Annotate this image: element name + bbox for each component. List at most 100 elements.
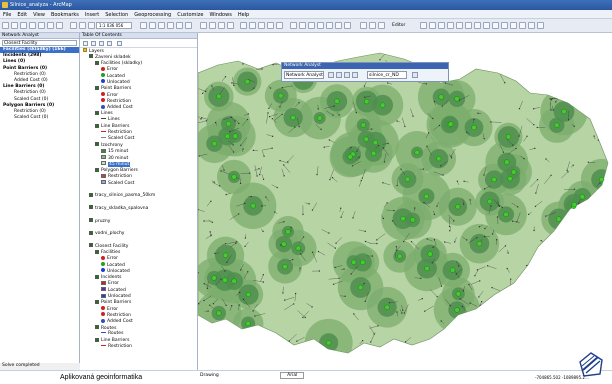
toolbar-tool-icon[interactable] <box>474 22 481 29</box>
toolbar-tool-icon[interactable] <box>47 22 54 29</box>
facility-point[interactable] <box>326 340 332 346</box>
toolbar-tool-icon[interactable] <box>537 22 544 29</box>
facility-point[interactable] <box>245 320 251 327</box>
facility-point[interactable] <box>244 79 250 85</box>
facility-point[interactable] <box>290 114 296 121</box>
facility-point[interactable] <box>400 216 406 222</box>
font-select[interactable]: Arial <box>280 372 305 379</box>
facility-point[interactable] <box>455 291 461 297</box>
facility-point[interactable] <box>211 141 218 147</box>
toolbar-tool-icon[interactable] <box>227 22 234 29</box>
new-location-icon[interactable] <box>336 72 342 78</box>
menu-item-customize[interactable]: Customize <box>174 10 206 18</box>
toolbar-tool-icon[interactable] <box>249 22 256 29</box>
layer-visibility-checkbox[interactable] <box>95 325 99 330</box>
facility-point[interactable] <box>424 265 430 272</box>
facility-point[interactable] <box>448 121 454 127</box>
layer-visibility-checkbox[interactable] <box>95 123 99 128</box>
layer-visibility-checkbox[interactable] <box>95 60 99 65</box>
toolbar-tool-icon[interactable] <box>290 22 297 29</box>
menu-item-geoprocessing[interactable]: Geoprocessing <box>131 10 174 18</box>
toolbar-tool-icon[interactable] <box>70 22 77 29</box>
options-icon[interactable] <box>117 41 122 46</box>
toolbar-tool-icon[interactable] <box>267 22 274 29</box>
list-by-visibility-icon[interactable] <box>99 41 104 46</box>
facility-point[interactable] <box>423 193 430 199</box>
layer-visibility-checkbox[interactable] <box>95 142 99 147</box>
facility-point[interactable] <box>438 94 444 100</box>
scale-input[interactable]: 1:1 036 056 <box>96 22 132 29</box>
facility-point[interactable] <box>450 267 456 273</box>
facility-point[interactable] <box>476 241 483 247</box>
toolbar-tool-icon[interactable] <box>240 22 247 29</box>
map-view[interactable] <box>198 33 612 370</box>
facility-point[interactable] <box>503 211 509 218</box>
toolbar-tool-icon[interactable] <box>200 22 207 29</box>
network-analyst-dropdown[interactable]: Network Analyst <box>284 71 324 79</box>
menu-item-help[interactable]: Help <box>235 10 252 18</box>
layer-visibility-checkbox[interactable] <box>89 205 93 210</box>
network-dataset-dropdown[interactable]: silnice_cr_ND <box>367 71 407 79</box>
facility-point[interactable] <box>487 198 493 205</box>
toolbar-tool-icon[interactable] <box>88 22 95 29</box>
facility-point[interactable] <box>436 156 442 162</box>
menu-item-windows[interactable]: Windows <box>206 10 234 18</box>
toolbar-tool-icon[interactable] <box>218 22 225 29</box>
list-by-selection-icon[interactable] <box>107 41 112 46</box>
facility-point[interactable] <box>579 194 585 200</box>
editor-menu[interactable]: Editor <box>392 23 405 28</box>
layer-visibility-checkbox[interactable] <box>95 85 99 90</box>
facility-point[interactable] <box>295 245 301 251</box>
toolbar-tool-icon[interactable] <box>258 22 265 29</box>
menu-item-file[interactable]: File <box>0 10 14 18</box>
toolbar-tool-icon[interactable] <box>344 22 351 29</box>
facility-point[interactable] <box>364 98 370 105</box>
toolbar-tool-icon[interactable] <box>519 22 526 29</box>
toolbar-tool-icon[interactable] <box>492 22 499 29</box>
facility-point[interactable] <box>285 229 291 235</box>
facility-point[interactable] <box>216 93 222 100</box>
toolbar-tool-icon[interactable] <box>378 22 385 29</box>
toolbar-tool-icon[interactable] <box>438 22 445 29</box>
toolbar-tool-icon[interactable] <box>56 22 63 29</box>
facility-point[interactable] <box>317 115 323 121</box>
facility-point[interactable] <box>360 122 366 128</box>
toc-row[interactable]: Restriction <box>80 344 197 350</box>
facility-point[interactable] <box>384 304 390 310</box>
toolbar-tool-icon[interactable] <box>167 22 174 29</box>
toolbar-tool-icon[interactable] <box>528 22 535 29</box>
toolbar-tool-icon[interactable] <box>11 22 18 29</box>
toolbar-tool-icon[interactable] <box>79 22 86 29</box>
facility-point[interactable] <box>357 284 364 291</box>
facility-point[interactable] <box>507 176 513 182</box>
facility-point[interactable] <box>454 307 460 313</box>
toolbar-tool-icon[interactable] <box>185 22 192 29</box>
facility-point[interactable] <box>598 176 605 183</box>
layer-visibility-checkbox[interactable] <box>89 54 93 59</box>
menu-item-edit[interactable]: Edit <box>14 10 30 18</box>
toolbar-tool-icon[interactable] <box>501 22 508 29</box>
facility-point[interactable] <box>397 253 403 259</box>
facility-point[interactable] <box>351 259 357 265</box>
layer-visibility-checkbox[interactable] <box>95 249 99 254</box>
toolbar-tool-icon[interactable] <box>299 22 306 29</box>
toolbar-tool-icon[interactable] <box>2 22 9 29</box>
facility-point[interactable] <box>427 251 433 257</box>
select-location-icon[interactable] <box>344 72 350 78</box>
facility-point[interactable] <box>556 216 562 222</box>
facility-point[interactable] <box>222 252 229 258</box>
facility-point[interactable] <box>370 150 377 157</box>
toolbar-tool-icon[interactable] <box>369 22 376 29</box>
facility-point[interactable] <box>404 176 411 182</box>
facility-point[interactable] <box>245 291 252 298</box>
facility-point[interactable] <box>216 310 222 316</box>
list-by-drawing-order-icon[interactable] <box>83 41 88 46</box>
facility-point[interactable] <box>491 176 497 183</box>
toolbar-tool-icon[interactable] <box>38 22 45 29</box>
facility-point[interactable] <box>414 149 420 156</box>
layer-visibility-checkbox[interactable] <box>95 337 99 342</box>
facility-point[interactable] <box>224 133 231 139</box>
facility-point[interactable] <box>250 203 256 209</box>
facility-point[interactable] <box>505 134 512 140</box>
toolbar-tool-icon[interactable] <box>510 22 517 29</box>
